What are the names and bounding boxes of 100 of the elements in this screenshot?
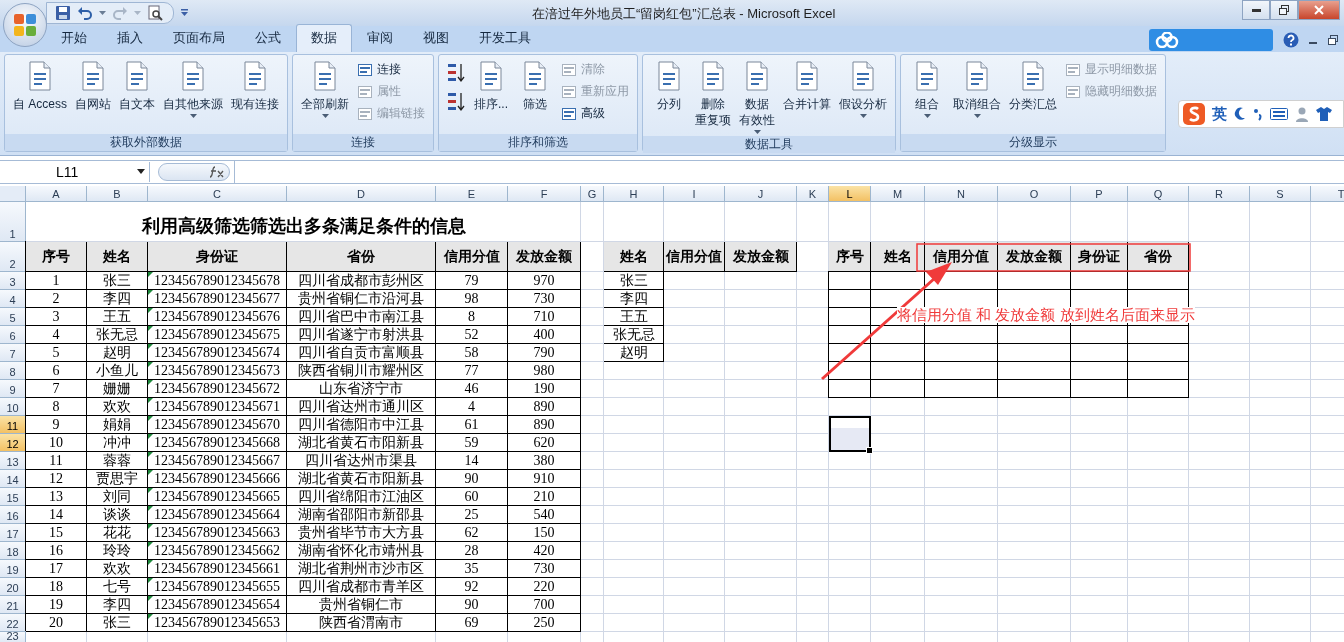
row-header[interactable]: 11: [0, 416, 26, 434]
column-heading: 序号: [829, 242, 871, 272]
ribbon-button[interactable]: 组合: [907, 58, 947, 120]
ribbon-button[interactable]: 假设分析: [837, 58, 889, 120]
ribbon-button[interactable]: 自其他来源: [161, 58, 225, 120]
row-header[interactable]: 2: [0, 242, 26, 272]
ribbon-tab[interactable]: 公式: [240, 24, 296, 52]
ribbon-button[interactable]: 数据 有效性: [737, 58, 777, 136]
row-header[interactable]: 1: [0, 202, 26, 242]
ribbon-button[interactable]: 自文本: [117, 58, 157, 114]
row-header[interactable]: 10: [0, 398, 26, 416]
row-header[interactable]: 9: [0, 380, 26, 398]
column-header[interactable]: F: [508, 186, 581, 202]
ribbon-button[interactable]: 高级: [559, 104, 631, 123]
column-header[interactable]: D: [287, 186, 436, 202]
column-header[interactable]: C: [148, 186, 287, 202]
table-cell: 980: [508, 362, 581, 380]
row-header[interactable]: 7: [0, 344, 26, 362]
column-header[interactable]: S: [1250, 186, 1311, 202]
table-cell: 420: [508, 542, 581, 560]
undo-icon[interactable]: [77, 5, 93, 21]
ribbon-button[interactable]: 取消组合: [951, 58, 1003, 120]
cloud-upload-button[interactable]: [1149, 29, 1273, 51]
restore-icon[interactable]: [1328, 35, 1338, 45]
insert-function-button[interactable]: [158, 163, 230, 181]
group-label: 连接: [293, 134, 433, 151]
ribbon-button[interactable]: 自网站: [73, 58, 113, 114]
row-header[interactable]: 22: [0, 614, 26, 632]
ribbon-tab[interactable]: 页面布局: [158, 24, 240, 52]
save-icon[interactable]: [55, 5, 71, 21]
ribbon-tab[interactable]: 开发工具: [464, 24, 546, 52]
ribbon-tab[interactable]: 插入: [102, 24, 158, 52]
row-header[interactable]: 23: [0, 632, 26, 642]
ribbon-tab[interactable]: 开始: [46, 24, 102, 52]
row-header[interactable]: 21: [0, 596, 26, 614]
punctuation-icon[interactable]: [1253, 107, 1263, 121]
ribbon-button[interactable]: 连接: [355, 60, 427, 79]
table-cell: 123456789012345677: [148, 290, 287, 308]
minimize-button[interactable]: [1242, 0, 1270, 20]
print-preview-icon[interactable]: [147, 5, 163, 21]
row-header[interactable]: 12: [0, 434, 26, 452]
ribbon-tab[interactable]: 审阅: [352, 24, 408, 52]
help-icon[interactable]: [1283, 32, 1299, 48]
column-header[interactable]: T: [1311, 186, 1344, 202]
ribbon-button[interactable]: 分类汇总: [1007, 58, 1059, 114]
row-header[interactable]: 8: [0, 362, 26, 380]
row-header[interactable]: 15: [0, 488, 26, 506]
column-header[interactable]: J: [725, 186, 797, 202]
ribbon-button[interactable]: 排序...: [471, 58, 511, 114]
column-header[interactable]: I: [664, 186, 725, 202]
row-header[interactable]: 19: [0, 560, 26, 578]
close-button[interactable]: [1298, 0, 1340, 20]
keyboard-icon[interactable]: [1270, 108, 1288, 120]
input-mode-label[interactable]: 英: [1212, 104, 1227, 124]
caret-icon[interactable]: [99, 11, 106, 15]
row-header[interactable]: 16: [0, 506, 26, 524]
row-header[interactable]: 17: [0, 524, 26, 542]
row-header[interactable]: 3: [0, 272, 26, 290]
table-cell: 123456789012345673: [148, 362, 287, 380]
row-header[interactable]: 18: [0, 542, 26, 560]
shirt-icon[interactable]: [1316, 107, 1332, 121]
row-header[interactable]: 5: [0, 308, 26, 326]
ribbon-button[interactable]: 自 Access: [11, 58, 69, 114]
ribbon-tab[interactable]: 视图: [408, 24, 464, 52]
row-header[interactable]: 14: [0, 470, 26, 488]
ribbon-button[interactable]: 删除 重复项: [693, 58, 733, 130]
column-header[interactable]: O: [998, 186, 1071, 202]
ribbon-button[interactable]: 现有连接: [229, 58, 281, 114]
table-cell: 19: [26, 596, 87, 614]
customize-caret-icon[interactable]: [180, 9, 189, 17]
restore-button[interactable]: [1270, 0, 1298, 20]
row-header[interactable]: 4: [0, 290, 26, 308]
column-header[interactable]: K: [797, 186, 829, 202]
column-header[interactable]: B: [87, 186, 148, 202]
row-header[interactable]: 13: [0, 452, 26, 470]
column-header[interactable]: P: [1071, 186, 1128, 202]
column-header[interactable]: L: [829, 186, 871, 202]
ribbon-button[interactable]: 分列: [649, 58, 689, 114]
column-header[interactable]: A: [26, 186, 87, 202]
table-cell: 赵明: [604, 344, 664, 362]
ribbon-tab[interactable]: 数据: [296, 24, 352, 52]
ribbon-button[interactable]: 合并计算: [781, 58, 833, 114]
ribbon-button[interactable]: 筛选: [515, 58, 555, 114]
moon-icon[interactable]: [1234, 107, 1246, 121]
table-cell: 123456789012345662: [148, 542, 287, 560]
column-header[interactable]: H: [604, 186, 664, 202]
row-header[interactable]: 20: [0, 578, 26, 596]
column-header[interactable]: R: [1189, 186, 1250, 202]
selected-cell[interactable]: [829, 416, 871, 452]
table-cell: 123456789012345670: [148, 416, 287, 434]
column-header[interactable]: N: [925, 186, 998, 202]
table-cell: 陕西省渭南市: [287, 614, 436, 632]
name-box[interactable]: L11: [0, 162, 150, 182]
column-header[interactable]: M: [871, 186, 925, 202]
table-cell: 贾思宇: [87, 470, 148, 488]
column-header[interactable]: E: [436, 186, 508, 202]
row-header[interactable]: 6: [0, 326, 26, 344]
column-header[interactable]: G: [581, 186, 604, 202]
column-header[interactable]: Q: [1128, 186, 1189, 202]
ribbon-button[interactable]: 全部刷新: [299, 58, 351, 120]
